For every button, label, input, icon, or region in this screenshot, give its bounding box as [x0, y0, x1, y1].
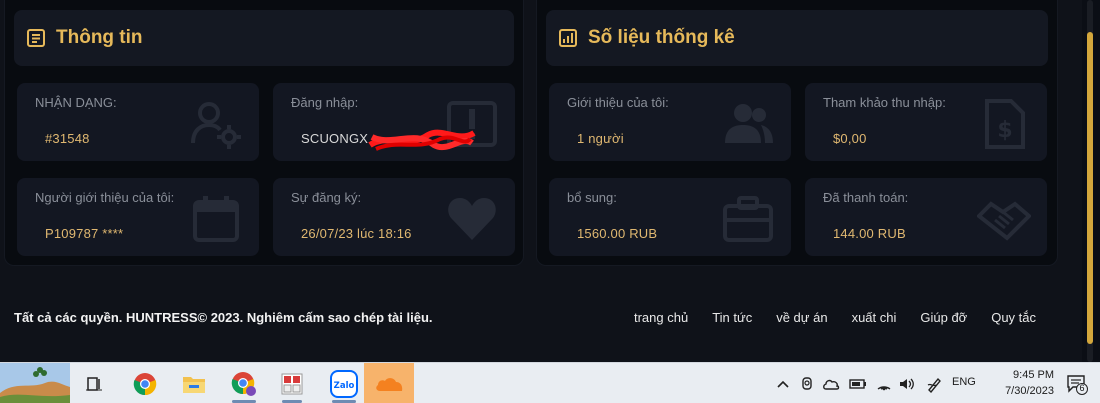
page-scrollbar[interactable]: [1082, 0, 1100, 362]
referrer-card: Người giới thiệu của tôi: P109787 ****: [17, 178, 259, 256]
calendar-icon: [193, 196, 239, 242]
card-label: Tham khảo thu nhập:: [823, 95, 946, 110]
card-value: 26/07/23 lúc 18:16: [301, 226, 412, 241]
dollar-document-icon: $: [985, 99, 1025, 149]
card-value: P109787 ****: [45, 226, 124, 241]
card-value: SCUONGX: [301, 131, 369, 146]
cloudflare-warp-icon[interactable]: [364, 363, 414, 403]
onedrive-cloud-icon[interactable]: [822, 377, 840, 391]
notification-count-badge: 6: [1079, 383, 1085, 393]
my-referrals-card: Giới thiệu của tôi: 1 người: [549, 83, 791, 161]
copyright-text: Tất cả các quyền. HUNTRESS© 2023. Nghiêm…: [14, 310, 433, 325]
info-panel-title: Thông tin: [56, 27, 143, 48]
card-value: 144.00 RUB: [833, 226, 906, 241]
camera-device-icon[interactable]: [800, 376, 814, 392]
svg-text:$: $: [997, 118, 1012, 143]
card-value: 1 người: [577, 131, 624, 146]
paid-out-card: Đã thanh toán: 144.00 RUB: [805, 178, 1047, 256]
clock-time: 9:45 PM: [1013, 369, 1054, 381]
footer-link-help[interactable]: Giúp đỡ: [920, 310, 967, 325]
deposit-card: bổ sung: 1560.00 RUB: [549, 178, 791, 256]
card-label: bổ sung:: [567, 190, 617, 205]
card-label: Đăng nhập:: [291, 95, 359, 110]
chart-icon: [558, 28, 578, 48]
input-language[interactable]: ENG: [952, 376, 976, 388]
notification-center-icon[interactable]: 6: [1066, 373, 1088, 395]
file-explorer-icon[interactable]: [174, 363, 214, 403]
taskbar-clock[interactable]: 9:45 PM 7/30/2023: [1005, 367, 1054, 399]
info-panel-header: Thông tin: [14, 10, 514, 66]
redaction-scribble: [368, 129, 476, 151]
referral-income-card: Tham khảo thu nhập: $0,00 $: [805, 83, 1047, 161]
id-card: NHẬN DẠNG: #31548: [17, 83, 259, 161]
card-label: Sự đăng ký:: [291, 190, 362, 205]
clock-date: 7/30/2023: [1005, 385, 1054, 397]
unikey-icon[interactable]: [270, 363, 314, 403]
stats-panel-header: Số liệu thống kê: [546, 10, 1048, 66]
task-view-icon[interactable]: [76, 363, 112, 403]
volume-icon[interactable]: [898, 377, 916, 391]
card-label: Giới thiệu của tôi:: [567, 95, 669, 110]
chrome-profile-icon[interactable]: [220, 363, 268, 403]
user-gear-icon: [191, 102, 241, 149]
wifi-icon[interactable]: [876, 377, 892, 391]
card-label: Đã thanh toán:: [823, 190, 909, 205]
zalo-icon[interactable]: Zalo: [320, 363, 368, 403]
briefcase-icon: [723, 196, 773, 242]
footer-link-rules[interactable]: Quy tắc: [991, 310, 1036, 325]
site-footer: Tất cả các quyền. HUNTRESS© 2023. Nghiêm…: [4, 288, 1062, 348]
page: Thông tin NHẬN DẠNG: #31548 Đăng nhập: S…: [0, 0, 1100, 403]
document-icon: [26, 28, 46, 48]
card-label: Người giới thiệu của tôi:: [35, 190, 175, 205]
card-value: #31548: [45, 131, 90, 146]
footer-link-payouts[interactable]: xuất chi: [852, 310, 897, 325]
registration-card: Sự đăng ký: 26/07/23 lúc 18:16: [273, 178, 515, 256]
card-value: $0,00: [833, 131, 867, 146]
footer-link-news[interactable]: Tin tức: [712, 310, 752, 325]
website-viewport: Thông tin NHẬN DẠNG: #31548 Đăng nhập: S…: [0, 0, 1082, 362]
stats-panel-title: Số liệu thống kê: [588, 27, 735, 48]
chevron-up-icon[interactable]: [776, 377, 790, 391]
battery-icon[interactable]: [848, 377, 868, 391]
windows-taskbar: Zalo ENG 9:45 PM 7/30/2023 6: [0, 362, 1100, 403]
handshake-icon: [977, 201, 1031, 241]
stats-panel: Số liệu thống kê Giới thiệu của tôi: 1 n…: [536, 0, 1058, 266]
pen-workspace-icon[interactable]: [926, 375, 944, 393]
footer-link-home[interactable]: trang chủ: [634, 310, 688, 325]
chrome-icon[interactable]: [126, 363, 164, 403]
card-value: 1560.00 RUB: [577, 226, 658, 241]
system-tray: [772, 363, 944, 403]
heart-icon: [448, 198, 496, 240]
svg-text:Zalo: Zalo: [334, 381, 355, 391]
card-label: NHẬN DẠNG:: [35, 95, 117, 110]
footer-link-about[interactable]: về dự án: [776, 310, 827, 325]
footer-links: trang chủ Tin tức về dự án xuất chi Giúp…: [634, 310, 1036, 325]
scrollbar-thumb[interactable]: [1087, 32, 1093, 344]
users-icon: [725, 104, 773, 143]
desktop-wallpaper-thumbnail[interactable]: [0, 363, 70, 403]
